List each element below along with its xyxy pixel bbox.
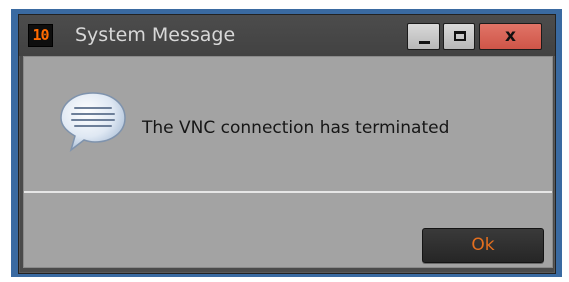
- close-icon: x: [505, 26, 516, 46]
- close-button[interactable]: x: [479, 23, 542, 50]
- maximize-icon: [454, 31, 466, 41]
- app-icon: 10: [28, 24, 53, 47]
- title-bar[interactable]: 10 System Message x: [19, 15, 555, 56]
- separator: [24, 191, 552, 193]
- window-title: System Message: [75, 24, 236, 46]
- minimize-icon: [419, 41, 430, 44]
- message-text: The VNC connection has terminated: [142, 118, 450, 138]
- system-message-window: 10 System Message x The VNC connection h…: [18, 14, 556, 274]
- maximize-button[interactable]: [443, 23, 475, 50]
- minimize-button[interactable]: [407, 23, 440, 50]
- speech-bubble-icon: [60, 92, 126, 152]
- ok-button[interactable]: Ok: [422, 228, 544, 263]
- dialog-body: The VNC connection has terminated Ok: [23, 56, 553, 268]
